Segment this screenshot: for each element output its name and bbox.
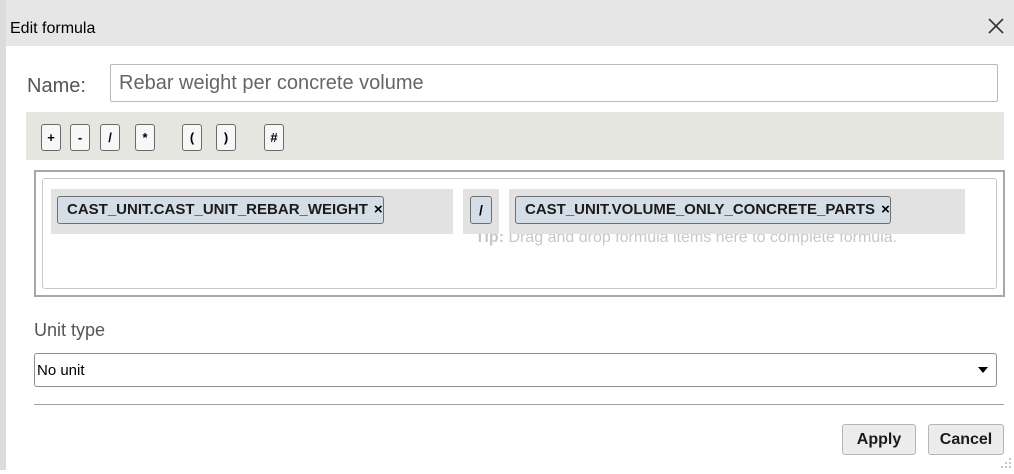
cancel-button[interactable]: Cancel xyxy=(928,424,1004,455)
operator-toolbar: + - / * ( ) # xyxy=(26,112,1004,160)
dialog-title: Edit formula xyxy=(10,20,96,37)
operator-plus-button[interactable]: + xyxy=(41,124,61,151)
operator-multiply-button[interactable]: * xyxy=(135,124,155,151)
formula-item-slot: / xyxy=(463,189,499,234)
formula-item-label: CAST_UNIT.VOLUME_ONLY_CONCRETE_PARTS xyxy=(525,201,876,218)
operator-close-paren-button[interactable]: ) xyxy=(216,124,236,151)
edit-formula-dialog: Edit formula Name: + - / * ( ) # Tip: Dr… xyxy=(0,0,1014,470)
chevron-down-icon xyxy=(978,367,988,373)
operator-divide-button[interactable]: / xyxy=(100,124,120,151)
remove-item-icon[interactable]: × xyxy=(374,197,383,223)
operator-minus-button[interactable]: - xyxy=(70,124,90,151)
name-label: Name: xyxy=(27,75,86,97)
formula-operator-chip[interactable]: / xyxy=(470,196,492,224)
unit-type-select[interactable]: No unit xyxy=(34,353,997,387)
title-bar[interactable]: Edit formula xyxy=(6,0,1014,46)
formula-drop-area[interactable]: Tip: Drag and drop formula items here to… xyxy=(34,170,1005,297)
resize-grip-icon[interactable] xyxy=(1000,456,1012,468)
unit-type-value: No unit xyxy=(37,362,85,379)
operator-hash-button[interactable]: # xyxy=(264,124,284,151)
apply-button[interactable]: Apply xyxy=(842,424,916,455)
remove-item-icon[interactable]: × xyxy=(881,197,890,223)
formula-editor: Tip: Drag and drop formula items here to… xyxy=(42,178,997,289)
close-icon[interactable] xyxy=(984,14,1008,38)
operator-open-paren-button[interactable]: ( xyxy=(182,124,202,151)
formula-item-label: CAST_UNIT.CAST_UNIT_REBAR_WEIGHT xyxy=(67,201,368,218)
footer-divider xyxy=(34,404,1004,405)
formula-item-chip[interactable]: CAST_UNIT.CAST_UNIT_REBAR_WEIGHT × xyxy=(57,196,384,224)
name-input[interactable] xyxy=(110,64,998,102)
unit-type-label: Unit type xyxy=(34,320,106,340)
formula-item-chip[interactable]: CAST_UNIT.VOLUME_ONLY_CONCRETE_PARTS × xyxy=(515,196,891,224)
formula-item-slot: CAST_UNIT.VOLUME_ONLY_CONCRETE_PARTS × xyxy=(509,189,965,234)
formula-item-slot: CAST_UNIT.CAST_UNIT_REBAR_WEIGHT × xyxy=(51,189,453,234)
